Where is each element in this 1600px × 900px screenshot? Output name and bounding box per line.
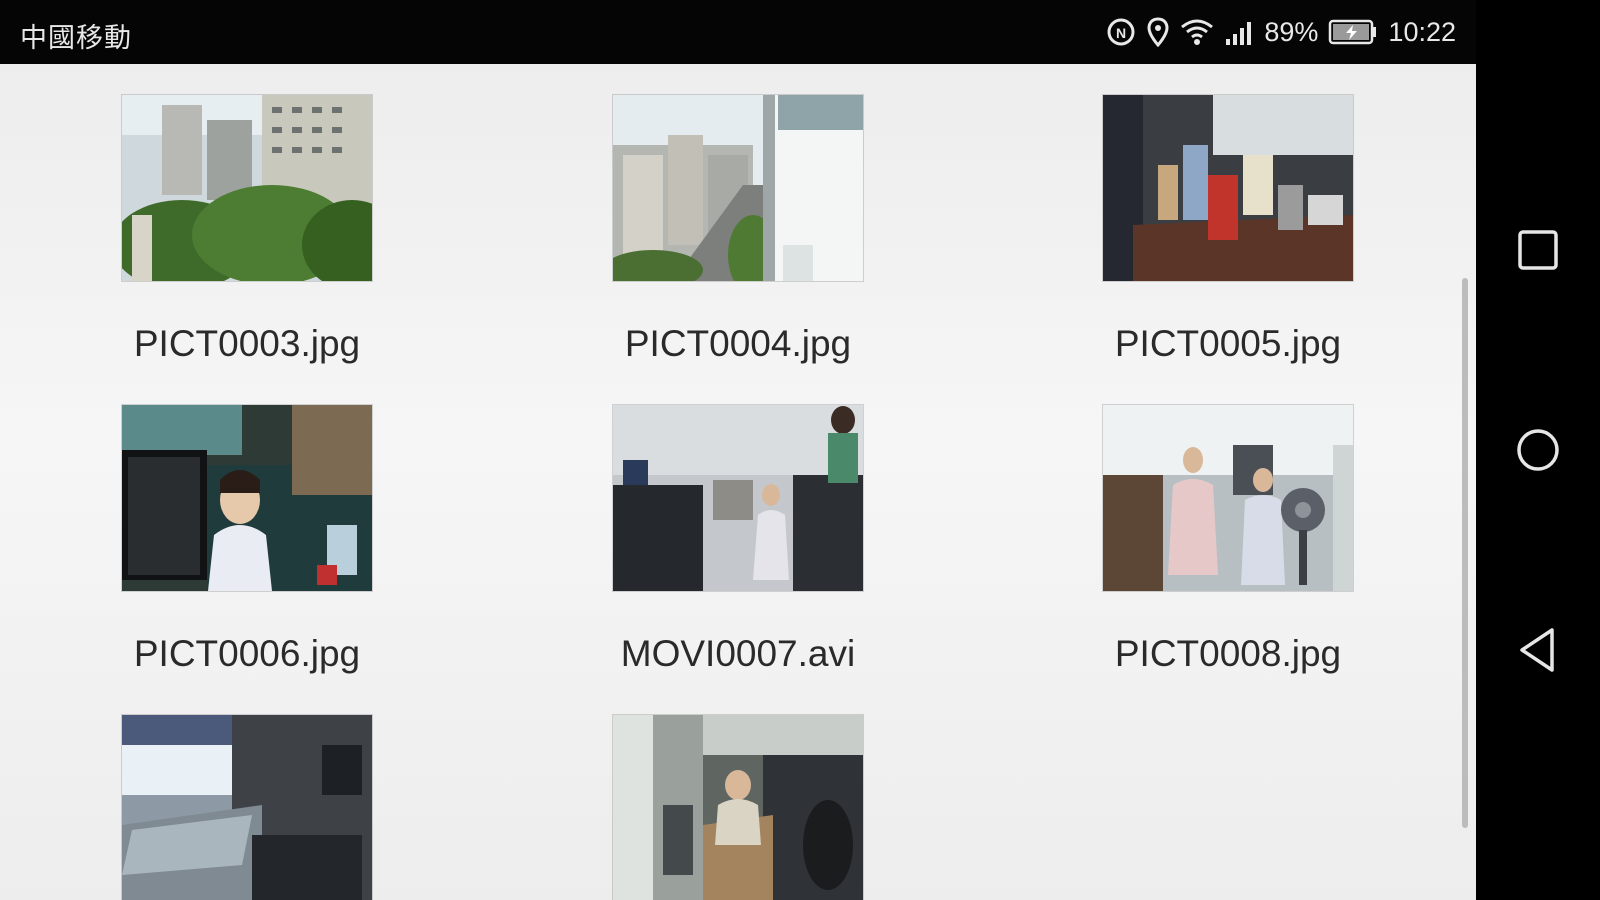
file-tile[interactable]: [613, 715, 863, 900]
circle-icon: [1517, 429, 1559, 471]
street-view-image: [613, 95, 863, 281]
triangle-back-icon: [1520, 628, 1554, 672]
file-tile[interactable]: PICT0006.jpg: [122, 405, 372, 674]
file-thumbnail[interactable]: [122, 405, 372, 591]
file-name[interactable]: PICT0008.jpg: [1063, 633, 1393, 675]
status-bar: 中國移動 N 89% 10:22: [0, 0, 1476, 64]
home-button[interactable]: [1510, 422, 1566, 478]
navigation-bar: [1476, 0, 1600, 900]
file-thumbnail[interactable]: [613, 715, 863, 900]
signal-icon: [1226, 22, 1252, 45]
file-thumbnail[interactable]: [613, 405, 863, 591]
city-trees-image: [122, 95, 372, 281]
back-button[interactable]: [1510, 622, 1566, 678]
wifi-icon: [1181, 19, 1214, 45]
file-thumbnail[interactable]: [613, 95, 863, 281]
file-tile[interactable]: PICT0008.jpg: [1103, 405, 1353, 674]
clock: 10:22: [1388, 17, 1456, 47]
file-name[interactable]: PICT0004.jpg: [573, 323, 903, 365]
battery-percent: 89%: [1264, 17, 1319, 47]
file-tile[interactable]: PICT0005.jpg: [1103, 95, 1353, 364]
office-desk-image: [1103, 95, 1353, 281]
file-thumbnail[interactable]: [1103, 95, 1353, 281]
file-tile[interactable]: PICT0003.jpg: [122, 95, 372, 364]
file-grid: PICT0003.jpg PICT0004.jpg PICT0005.jpg P…: [0, 64, 1476, 900]
recent-apps-button[interactable]: [1510, 222, 1566, 278]
children-fan-image: [1103, 405, 1353, 591]
location-icon: [1147, 17, 1169, 47]
child-office-image: [122, 405, 372, 591]
file-thumbnail[interactable]: [122, 715, 372, 900]
file-thumbnail[interactable]: [122, 95, 372, 281]
child-desk-image: [613, 715, 863, 900]
file-name[interactable]: MOVI0007.avi: [573, 633, 903, 675]
battery-charging-icon: [1329, 19, 1377, 45]
scrollbar[interactable]: [1462, 278, 1468, 828]
file-name[interactable]: PICT0003.jpg: [82, 323, 412, 365]
nfc-icon: N: [1107, 18, 1135, 46]
svg-text:N: N: [1116, 25, 1126, 41]
file-tile[interactable]: MOVI0007.avi: [613, 405, 863, 674]
square-icon: [1518, 230, 1558, 270]
file-name[interactable]: PICT0006.jpg: [82, 633, 412, 675]
office-window-image: [122, 715, 372, 900]
file-thumbnail[interactable]: [1103, 405, 1353, 591]
status-icons: N 89% 10:22: [1106, 14, 1456, 50]
file-tile[interactable]: PICT0004.jpg: [613, 95, 863, 364]
file-name[interactable]: PICT0005.jpg: [1063, 323, 1393, 365]
carrier-name: 中國移動: [20, 23, 132, 54]
file-tile[interactable]: [122, 715, 372, 900]
office-wide-image: [613, 405, 863, 591]
